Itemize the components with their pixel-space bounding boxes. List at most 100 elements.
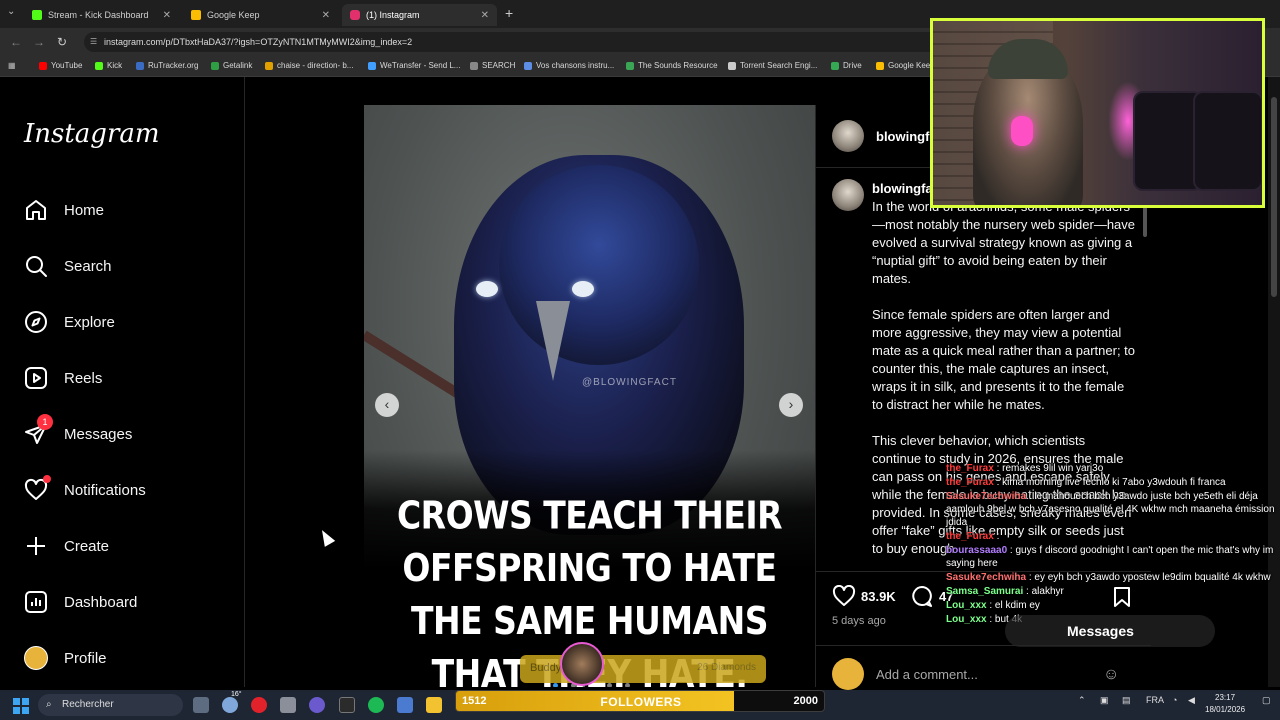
language-indicator[interactable]: FRA bbox=[1146, 695, 1164, 705]
nav-reels[interactable]: Reels bbox=[24, 363, 102, 393]
back-arrow-icon[interactable]: ← bbox=[10, 35, 22, 49]
clock-date: 18/01/2026 bbox=[1205, 705, 1246, 714]
nav-messages[interactable]: 1 Messages bbox=[24, 414, 133, 449]
bookmark-chaise[interactable]: chaise - direction- b... bbox=[265, 61, 353, 70]
site-info-icon[interactable]: ☰ bbox=[90, 37, 97, 46]
next-image-button[interactable]: › bbox=[779, 393, 803, 417]
close-tab-icon[interactable]: ✕ bbox=[481, 10, 489, 21]
nav-create[interactable]: Create bbox=[24, 531, 109, 561]
bookmark-sounds-resource[interactable]: The Sounds Resource bbox=[626, 61, 718, 70]
post-username[interactable]: blowingf bbox=[876, 129, 929, 144]
bookmark-label: Vos chansons instru... bbox=[536, 61, 615, 70]
bookmark-getalink[interactable]: Getalink bbox=[211, 61, 252, 70]
tab-instagram[interactable]: (1) Instagram ✕ bbox=[342, 4, 497, 26]
crow-head bbox=[499, 165, 699, 365]
streamer-webcam bbox=[930, 18, 1265, 208]
tab-search-chevron-icon[interactable]: ⌄ bbox=[7, 6, 15, 17]
prev-image-button[interactable]: ‹ bbox=[375, 393, 399, 417]
bookmark-torrent-search[interactable]: Torrent Search Engi... bbox=[728, 61, 817, 70]
wifi-icon[interactable]: ◔ bbox=[1172, 695, 1177, 705]
windows-start-icon[interactable] bbox=[13, 698, 29, 714]
chat-line: Sasuke7echwiha : ey eyh bch y3awdo ypost… bbox=[946, 571, 1280, 584]
taskbar-search-input[interactable]: Rechercher bbox=[38, 694, 183, 716]
post-image[interactable]: @BLOWINGFACT CROWS TEACH THEIR OFFSPRING… bbox=[364, 105, 815, 687]
chat-message: : ey eyh bch y3awdo ypostew le9dim bqual… bbox=[1026, 572, 1271, 583]
nav-explore[interactable]: Explore bbox=[24, 307, 115, 337]
tray-chevron-icon[interactable]: ⌃ bbox=[1078, 695, 1086, 706]
bookmark-chansons[interactable]: Vos chansons instru... bbox=[524, 61, 614, 70]
sounds-resource-icon bbox=[626, 61, 634, 70]
discord-icon[interactable] bbox=[309, 697, 325, 713]
nav-home[interactable]: Home bbox=[24, 195, 104, 225]
close-tab-icon[interactable]: ✕ bbox=[163, 10, 171, 21]
post-time-ago[interactable]: 5 days ago bbox=[832, 615, 886, 627]
crow-beak bbox=[536, 301, 570, 381]
nav-label: Profile bbox=[64, 649, 107, 667]
bookmark-label: YouTube bbox=[51, 61, 83, 70]
drive-icon bbox=[831, 61, 839, 70]
app-icon[interactable] bbox=[280, 697, 296, 713]
caption-author-avatar[interactable] bbox=[832, 179, 864, 211]
bookmark-rutracker[interactable]: RuTracker.org bbox=[136, 61, 198, 70]
weather-icon[interactable] bbox=[222, 697, 238, 713]
nav-dashboard[interactable]: Dashboard bbox=[24, 587, 137, 617]
notification-dot bbox=[43, 475, 51, 483]
tab-google-keep[interactable]: Google Keep ✕ bbox=[183, 4, 338, 26]
chaise-icon bbox=[265, 61, 273, 70]
url-input[interactable]: instagram.com/p/DTbxtHaDA37/?igsh=OTZyNT… bbox=[84, 32, 944, 52]
compass-icon bbox=[24, 310, 48, 334]
emoji-smile-icon[interactable]: ☺ bbox=[1103, 666, 1119, 684]
chat-username: the_Furax bbox=[946, 477, 994, 488]
kick-icon bbox=[95, 61, 103, 70]
apps-grid-icon[interactable]: ▦ bbox=[8, 61, 16, 70]
bookmark-label: chaise - direction- b... bbox=[277, 61, 354, 70]
comment-bubble-icon[interactable] bbox=[910, 585, 934, 612]
scrollbar-thumb[interactable] bbox=[1271, 97, 1277, 297]
like-heart-icon[interactable] bbox=[832, 584, 856, 612]
bookmark-youtube[interactable]: YouTube bbox=[39, 61, 82, 70]
reload-icon[interactable]: ↻ bbox=[57, 35, 67, 49]
file-explorer-icon[interactable] bbox=[426, 697, 442, 713]
bookmark-wetransfer[interactable]: WeTransfer - Send L... bbox=[368, 61, 460, 70]
bookmark-google-keep[interactable]: Google Keep bbox=[876, 61, 935, 70]
tab-kick-dashboard[interactable]: Stream - Kick Dashboard ✕ bbox=[24, 4, 179, 26]
notification-bell-icon[interactable]: ▢ bbox=[1262, 695, 1271, 706]
crow-eye-right bbox=[572, 281, 594, 297]
messages-floating-button[interactable]: Messages bbox=[1005, 615, 1215, 647]
spotify-icon[interactable] bbox=[368, 697, 384, 713]
tray-app-icon[interactable]: ▣ bbox=[1100, 695, 1109, 706]
add-comment-input[interactable]: Add a comment... bbox=[876, 667, 978, 682]
bookmark-label: Kick bbox=[107, 61, 123, 70]
nav-label: Messages bbox=[64, 425, 133, 443]
volume-icon[interactable]: ◀ bbox=[1188, 695, 1195, 706]
forward-arrow-icon[interactable]: → bbox=[33, 35, 45, 49]
new-tab-icon[interactable]: + bbox=[505, 5, 513, 21]
opera-icon[interactable] bbox=[251, 697, 267, 713]
instagram-logo[interactable]: Instagram bbox=[24, 119, 160, 149]
close-tab-icon[interactable]: ✕ bbox=[322, 10, 330, 21]
search-icon bbox=[24, 254, 48, 278]
mouse-cursor-icon bbox=[316, 527, 336, 547]
torrent-search-icon bbox=[728, 61, 736, 70]
nav-search[interactable]: Search bbox=[24, 251, 112, 281]
task-view-icon[interactable] bbox=[193, 697, 209, 713]
nav-notifications[interactable]: Notifications bbox=[24, 475, 146, 505]
caption-username[interactable]: blowingfa bbox=[872, 181, 933, 196]
author-avatar[interactable] bbox=[832, 120, 864, 152]
stream-chat-overlay: the_Furax : remakes 9lil win yarj3o the_… bbox=[946, 462, 1280, 627]
tray-app-icon[interactable]: ▤ bbox=[1122, 695, 1131, 706]
photos-icon[interactable] bbox=[397, 697, 413, 713]
bookmark-search[interactable]: SEARCH bbox=[470, 61, 515, 70]
taskbar-clock[interactable]: 23:17 18/01/2026 bbox=[1205, 692, 1245, 716]
chat-username: Lou_xxx bbox=[946, 600, 987, 611]
bookmark-label: WeTransfer - Send L... bbox=[380, 61, 461, 70]
bookmark-drive[interactable]: Drive bbox=[831, 61, 862, 70]
nav-profile[interactable]: Profile bbox=[24, 643, 107, 673]
chat-username: bourassaaa0 bbox=[946, 545, 1008, 556]
bookmark-kick[interactable]: Kick bbox=[95, 61, 122, 70]
obs-icon[interactable] bbox=[339, 697, 355, 713]
followers-label: FOLLOWERS bbox=[600, 695, 682, 709]
bookmark-label: Torrent Search Engi... bbox=[740, 61, 818, 70]
chansons-icon bbox=[524, 61, 532, 70]
webcam-cap bbox=[988, 39, 1068, 79]
